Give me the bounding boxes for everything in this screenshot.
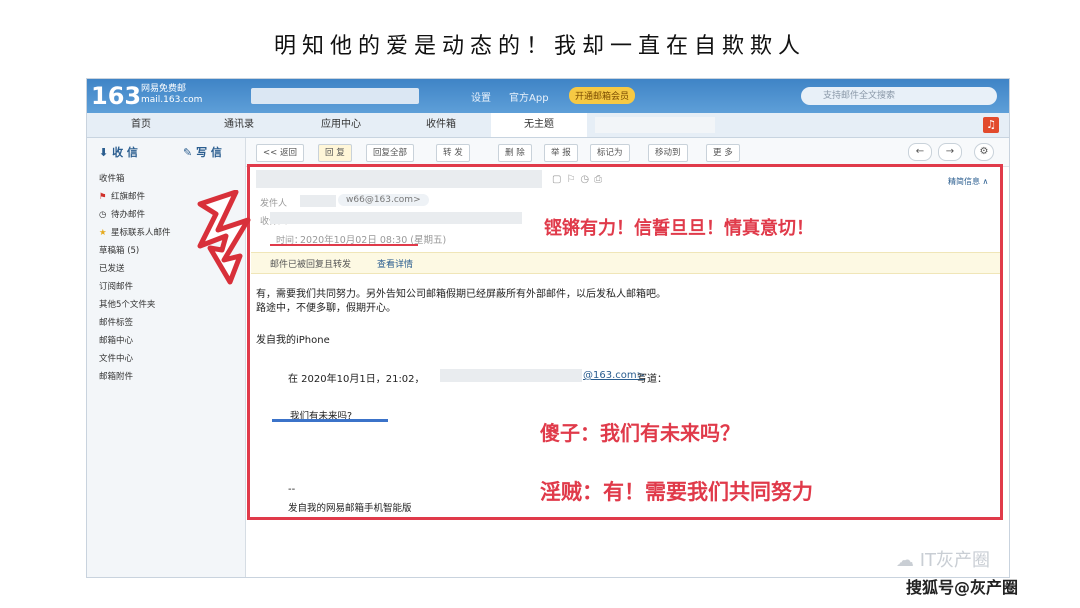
search-input[interactable]: 支持邮件全文搜索 (801, 87, 997, 105)
wechat-watermark: ☁ IT灰产圈 (896, 550, 991, 571)
compose-icon: ✎ (183, 146, 193, 159)
zigzag-arrow-icon (197, 190, 251, 285)
tab-contacts[interactable]: 通讯录 (191, 113, 287, 137)
move-to-button[interactable]: 移动到 (648, 144, 688, 162)
annotation-1: 铿锵有力！信誓旦旦！情真意切！ (544, 218, 814, 239)
mark-as-button[interactable]: 标记为 (590, 144, 630, 162)
music-icon[interactable]: ♫ (983, 117, 999, 133)
sidebar-item-subscribed[interactable]: 订阅邮件 (99, 280, 133, 292)
more-button[interactable]: 更 多 (706, 144, 740, 162)
top-bar: 163 网易免费邮mail.163.com 设置 官方App 开通邮箱会员 ⚲ … (87, 79, 1009, 113)
sidebar-item-sent[interactable]: 已发送 (99, 262, 125, 274)
clock-icon: ◷ (99, 210, 107, 220)
tab-bar: 首页 通讯录 应用中心 收件箱 无主题 ♫ (87, 113, 1009, 138)
tab-no-subject[interactable]: 无主题 (491, 113, 587, 137)
prev-arrow-icon[interactable]: ← (908, 143, 932, 161)
report-button[interactable]: 举 报 (544, 144, 578, 162)
tab-blank (595, 117, 715, 133)
receive-button[interactable]: ⬇ 收 信 (99, 144, 138, 160)
sidebar-item-mail-center[interactable]: 邮箱中心 (99, 334, 133, 346)
tab-inbox[interactable]: 收件箱 (393, 113, 489, 137)
tab-app-center[interactable]: 应用中心 (293, 113, 389, 137)
delete-button[interactable]: 删 除 (498, 144, 532, 162)
flag-icon: ⚑ (99, 192, 107, 202)
logo: 163 (91, 82, 142, 110)
mail-toolbar: << 返回 回 复 回复全部 转 发 删 除 举 报 标记为 移动到 更 多 ←… (246, 138, 1009, 167)
settings-link[interactable]: 设置 (471, 89, 491, 104)
account-selector[interactable] (251, 88, 419, 104)
tab-home[interactable]: 首页 (93, 113, 189, 137)
caption-title: 明知他的爱是动态的！我却一直在自欺欺人 (273, 34, 806, 59)
gear-icon[interactable]: ⚙ (974, 143, 994, 161)
reply-button[interactable]: 回 复 (318, 144, 352, 162)
sidebar-item-inbox[interactable]: 收件箱 (99, 172, 125, 184)
sidebar-item-starred[interactable]: ★ 星标联系人邮件 (99, 226, 171, 238)
logo-subtitle: 网易免费邮 mail.163.com (141, 84, 203, 105)
next-arrow-icon[interactable]: → (938, 143, 962, 161)
forward-button[interactable]: 转 发 (436, 144, 470, 162)
official-app-link[interactable]: 官方App (509, 89, 549, 104)
wechat-icon: ☁ (896, 550, 914, 571)
sidebar-item-file-center[interactable]: 文件中心 (99, 352, 133, 364)
sohu-watermark: 搜狐号@灰产圈 (906, 578, 1019, 597)
sidebar-item-todo[interactable]: ◷ 待办邮件 (99, 208, 145, 220)
receive-icon: ⬇ (99, 146, 109, 159)
sidebar-item-tags[interactable]: 邮件标签 (99, 316, 133, 328)
back-button[interactable]: << 返回 (256, 144, 304, 162)
sidebar-item-attachments[interactable]: 邮箱附件 (99, 370, 133, 382)
vip-button[interactable]: 开通邮箱会员 (569, 87, 636, 104)
reply-all-button[interactable]: 回复全部 (366, 144, 415, 162)
sidebar-item-drafts[interactable]: 草稿箱 (5) (99, 244, 139, 256)
annotation-2: 傻子：我们有未来吗？ (540, 421, 740, 445)
sidebar-item-flagged[interactable]: ⚑ 红旗邮件 (99, 190, 145, 202)
star-icon: ★ (99, 228, 107, 238)
sidebar-item-other-folders[interactable]: 其他5个文件夹 (99, 298, 155, 310)
compose-button[interactable]: ✎ 写 信 (183, 144, 222, 160)
annotation-3: 淫贼：有！需要我们共同努力 (540, 480, 813, 504)
